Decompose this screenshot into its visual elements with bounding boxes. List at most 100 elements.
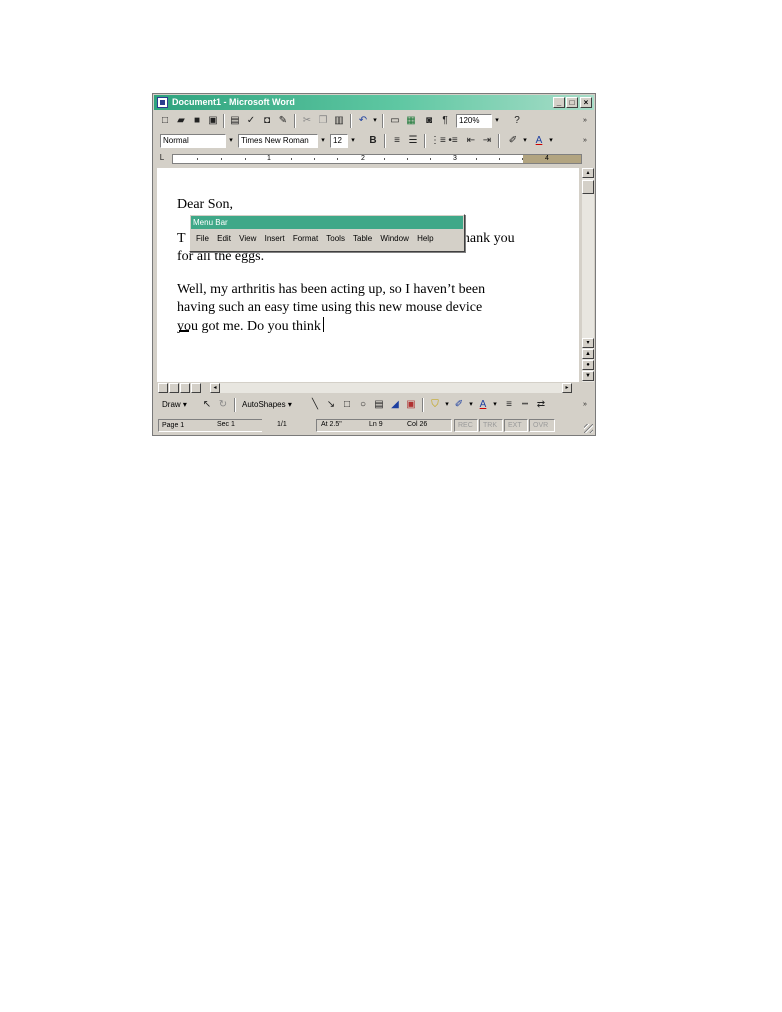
bold-button[interactable]: B [366,134,380,147]
toolbar-options-icon[interactable]: » [578,398,592,411]
print-icon[interactable]: ▤ [228,114,242,127]
font-color-dropdown-icon[interactable]: ▾ [546,134,556,148]
zoom-select[interactable]: 120% [456,114,492,128]
paste-icon[interactable]: ▥ [332,114,346,127]
vertical-scrollbar[interactable]: ▴ ▾ ▲ ● ▼ [582,168,594,382]
resize-grip[interactable] [584,424,593,433]
tab-selector-icon[interactable]: L [156,152,168,164]
align-center-icon[interactable]: ☰ [406,134,420,147]
word-app-icon[interactable] [157,97,168,108]
drawing-icon[interactable]: ◙ [422,114,436,127]
select-objects-icon[interactable]: ↖ [200,398,214,411]
floating-menu-bar[interactable]: Menu Bar File Edit View Insert Format To… [189,214,465,252]
menu-help[interactable]: Help [417,234,433,243]
menu-file[interactable]: File [196,234,209,243]
cut-icon[interactable]: ✂ [300,114,314,127]
excel-icon[interactable]: ▦ [404,114,418,127]
style-select[interactable]: Normal [160,134,226,148]
document-line: Well, my arthritis has been acting up, s… [177,282,486,297]
print-layout-view-button[interactable] [180,383,190,393]
show-formatting-icon[interactable]: ¶ [438,114,452,127]
line-color-dropdown-icon[interactable]: ▾ [466,398,476,412]
toolbar-options-icon[interactable]: » [578,114,592,127]
horizontal-ruler[interactable]: L 1 2 3 4 [154,151,594,167]
scroll-up-button[interactable]: ▴ [582,168,594,178]
menu-tools[interactable]: Tools [326,234,345,243]
arrow-style-icon[interactable]: ⇄ [534,398,548,411]
oval-icon[interactable]: ○ [356,398,370,411]
normal-view-button[interactable] [158,383,168,393]
status-rec[interactable]: REC [454,419,478,432]
autoshapes-menu-button[interactable]: AutoShapes ▾ [242,399,292,411]
web-layout-view-button[interactable] [169,383,179,393]
print-preview-icon[interactable]: ◘ [260,114,274,127]
outline-view-button[interactable] [191,383,201,393]
line-icon[interactable]: ╲ [308,398,322,411]
clip-art-icon[interactable]: ▣ [404,398,418,411]
save-icon[interactable]: ■ [190,114,204,127]
line-color-icon[interactable]: ✐ [452,398,466,411]
menu-edit[interactable]: Edit [217,234,231,243]
style-dropdown-icon[interactable]: ▾ [226,134,236,148]
undo-dropdown-icon[interactable]: ▾ [370,114,380,128]
align-left-icon[interactable]: ≡ [390,134,404,147]
menu-table[interactable]: Table [353,234,372,243]
maximize-button[interactable]: □ [566,97,578,108]
decrease-indent-icon[interactable]: ⇤ [464,134,478,147]
scroll-thumb[interactable] [582,180,594,194]
copy-icon[interactable]: ❐ [316,114,330,127]
font-color-icon[interactable]: A [532,134,546,147]
toolbar-options-icon[interactable]: » [578,134,592,147]
close-button[interactable]: × [580,97,592,108]
text-box-icon[interactable]: ▤ [372,398,386,411]
font-color-dropdown-icon[interactable]: ▾ [490,398,500,412]
document-page[interactable]: Dear Son, T thank you for all the eggs. … [157,168,579,382]
font-color-icon[interactable]: A [476,398,490,411]
line-style-icon[interactable]: ≡ [502,398,516,411]
font-select[interactable]: Times New Roman [238,134,318,148]
spelling-icon[interactable]: ✓ [244,114,258,127]
size-dropdown-icon[interactable]: ▾ [348,134,358,148]
increase-indent-icon[interactable]: ⇥ [480,134,494,147]
scroll-left-button[interactable]: ◂ [210,383,220,393]
bullets-icon[interactable]: •≡ [446,134,460,147]
menu-insert[interactable]: Insert [265,234,285,243]
fill-color-dropdown-icon[interactable]: ▾ [442,398,452,412]
undo-icon[interactable]: ↶ [356,114,370,127]
numbering-icon[interactable]: ⋮≡ [430,134,446,147]
open-icon[interactable]: ▰ [174,114,188,127]
zoom-dropdown-icon[interactable]: ▾ [492,114,502,128]
research-icon[interactable]: ✎ [276,114,290,127]
next-page-button[interactable]: ▼ [582,371,594,381]
minimize-button[interactable]: _ [553,97,565,108]
new-icon[interactable]: □ [158,114,172,127]
menu-window[interactable]: Window [380,234,408,243]
arrow-icon[interactable]: ↘ [324,398,338,411]
previous-page-button[interactable]: ▲ [582,349,594,359]
draw-menu-button[interactable]: Draw ▾ [162,399,187,411]
title-bar[interactable]: Document1 - Microsoft Word _ □ × [154,95,594,110]
scroll-down-button[interactable]: ▾ [582,338,594,348]
font-dropdown-icon[interactable]: ▾ [318,134,328,148]
document-line-with-caret: you got me. Do you think [177,317,324,336]
table-icon[interactable]: ▭ [388,114,402,127]
rectangle-icon[interactable]: □ [340,398,354,411]
horizontal-scrollbar[interactable]: ◂ ▸ [210,383,572,393]
menu-bar-title[interactable]: Menu Bar [191,216,463,229]
menu-view[interactable]: View [239,234,256,243]
fill-color-icon[interactable]: ⛉ [428,398,442,411]
status-trk[interactable]: TRK [479,419,503,432]
status-ext[interactable]: EXT [504,419,528,432]
wordart-icon[interactable]: ◢ [388,398,402,411]
dash-style-icon[interactable]: ┅ [518,398,532,411]
help-icon[interactable]: ? [510,114,524,127]
select-browse-object-button[interactable]: ● [582,360,594,370]
scroll-right-button[interactable]: ▸ [562,383,572,393]
highlight-dropdown-icon[interactable]: ▾ [520,134,530,148]
highlight-icon[interactable]: ✐ [506,134,520,147]
free-rotate-icon[interactable]: ↻ [216,398,230,411]
menu-format[interactable]: Format [293,234,318,243]
status-ovr[interactable]: OVR [529,419,555,432]
font-size-select[interactable]: 12 [330,134,348,148]
permission-icon[interactable]: ▣ [206,114,220,127]
